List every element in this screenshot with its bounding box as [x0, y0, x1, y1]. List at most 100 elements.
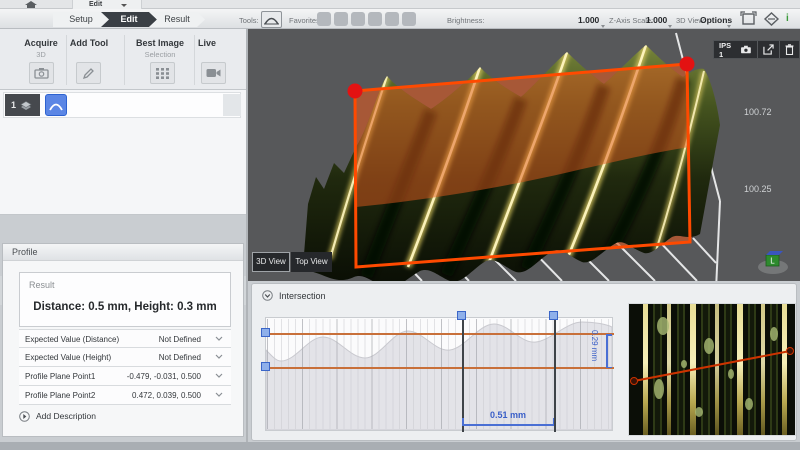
- add-description-button[interactable]: Add Description: [19, 410, 96, 422]
- property-label: Profile Plane Point1: [25, 372, 95, 381]
- chevron-down-icon[interactable]: [601, 25, 605, 28]
- pencil-icon: [82, 67, 95, 80]
- favorite-slot[interactable]: [402, 12, 416, 26]
- camera-icon: [740, 45, 752, 54]
- rotate-3d-icon[interactable]: [763, 11, 780, 27]
- property-label: Profile Plane Point2: [25, 391, 95, 400]
- right-cursor-handle[interactable]: [549, 311, 558, 320]
- grid-icon: [156, 68, 169, 79]
- ips-label: IPS 1: [719, 41, 737, 59]
- profile-panel-header[interactable]: Profile: [3, 244, 243, 261]
- fit-frame-icon[interactable]: [740, 11, 757, 27]
- property-row[interactable]: Expected Value (Distance) Not Defined: [19, 329, 231, 348]
- property-row[interactable]: Expected Value (Height) Not Defined: [19, 348, 231, 367]
- upper-line-handle[interactable]: [261, 328, 270, 337]
- favorite-slot[interactable]: [385, 12, 399, 26]
- profile-endpoint-2[interactable]: [680, 57, 695, 72]
- gizmo-label: L: [770, 257, 775, 266]
- zaxis-value[interactable]: 1.000: [646, 15, 667, 25]
- tab-result[interactable]: Result: [149, 12, 205, 27]
- chevron-down-icon[interactable]: [668, 25, 672, 28]
- add-tool-button[interactable]: [76, 62, 101, 84]
- property-value: Not Defined: [159, 353, 201, 362]
- chevron-down-icon[interactable]: [727, 25, 731, 28]
- upper-reference-line[interactable]: [266, 333, 614, 335]
- top-view-button[interactable]: Top View: [291, 252, 332, 272]
- list-item[interactable]: 1: [3, 92, 241, 118]
- view3d-options[interactable]: Options: [700, 15, 732, 25]
- 3d-viewport[interactable]: IPS 1 100.72 100.25 3D View Top View: [248, 29, 800, 281]
- chevron-down-icon[interactable]: [215, 392, 223, 397]
- profile-panel: Profile Result Distance: 0.5 mm, Height:…: [2, 243, 244, 437]
- viewport-toolbar: IPS 1: [713, 40, 800, 59]
- live-button[interactable]: [201, 62, 226, 84]
- panel-divider: [246, 29, 248, 442]
- height-measure-label: 0.29 mm: [590, 330, 599, 372]
- property-value: 0.472, 0.039, 0.500: [132, 391, 201, 400]
- profile-curve-icon: [48, 99, 64, 112]
- z-axis-label-top: 100.72: [744, 107, 772, 117]
- 3d-view-button[interactable]: 3D View: [252, 252, 290, 272]
- tools-label: Tools:: [239, 16, 259, 25]
- chevron-down-icon: [121, 4, 127, 7]
- add-description-label: Add Description: [36, 411, 96, 421]
- bestimage-group-sublabel: Selection: [130, 50, 190, 59]
- lower-reference-line[interactable]: [266, 367, 614, 369]
- intersection-header[interactable]: Intersection: [262, 290, 326, 301]
- bestimage-group-label: Best Image: [130, 38, 190, 48]
- top-view-thumbnail[interactable]: [628, 303, 796, 436]
- list-item-number: 1: [11, 100, 16, 110]
- tab-setup[interactable]: Setup: [53, 12, 109, 27]
- right-cursor-line[interactable]: [554, 318, 556, 432]
- property-row[interactable]: Profile Plane Point2 0.472, 0.039, 0.500: [19, 386, 231, 405]
- surface-layers-icon: [20, 100, 32, 110]
- 3d-scene: [248, 29, 800, 281]
- collapse-icon[interactable]: [262, 290, 273, 301]
- main-toolbar: Setup Edit Result Tools: Favorites: Brig…: [0, 9, 800, 29]
- window-menu-tab[interactable]: Edit: [72, 0, 142, 9]
- edit-export-icon: [763, 44, 774, 55]
- profile-curve-icon: [262, 12, 281, 27]
- info-icon[interactable]: i: [786, 13, 789, 24]
- export-view-button[interactable]: [757, 41, 779, 58]
- chevron-down-icon[interactable]: [215, 336, 223, 341]
- property-label: Expected Value (Distance): [25, 335, 119, 344]
- orientation-gizmo[interactable]: L: [753, 247, 793, 277]
- profile-panel-title: Profile: [12, 247, 38, 257]
- intersection-profile-chart[interactable]: 0.51 mm 0.29 mm: [265, 317, 613, 431]
- profile-tool-selected-tile[interactable]: [45, 94, 67, 116]
- favorite-slot[interactable]: [317, 12, 331, 26]
- chart-gridlines: [267, 319, 611, 429]
- profile-tool-button[interactable]: [261, 11, 282, 28]
- z-axis-label-bottom: 100.25: [744, 184, 772, 194]
- intersection-panel: Intersection 0.51 mm 0.29 mm: [251, 283, 797, 441]
- addtool-group-label: Add Tool: [62, 38, 116, 48]
- list-item-number-tile[interactable]: 1: [5, 94, 40, 116]
- left-cursor-handle[interactable]: [457, 311, 466, 320]
- thumbnail-image: [629, 304, 795, 435]
- chevron-down-icon[interactable]: [215, 354, 223, 359]
- property-row[interactable]: Profile Plane Point1 -0.479, -0.031, 0.5…: [19, 367, 231, 386]
- lower-line-handle[interactable]: [261, 362, 270, 371]
- property-label: Expected Value (Height): [25, 353, 111, 362]
- chevron-down-icon[interactable]: [215, 373, 223, 378]
- window-title-strip: Edit: [0, 0, 800, 9]
- intersection-title: Intersection: [279, 291, 326, 301]
- delete-button[interactable]: [779, 41, 799, 58]
- favorite-slot[interactable]: [368, 12, 382, 26]
- live-group-label: Live: [186, 38, 228, 48]
- home-icon[interactable]: [24, 1, 38, 8]
- ribbon-separator: [124, 35, 125, 85]
- acquire-group-label: Acquire: [14, 38, 68, 48]
- best-image-button[interactable]: [150, 62, 175, 84]
- brightness-value[interactable]: 1.000: [578, 15, 599, 25]
- distance-measure-line: [462, 424, 554, 426]
- profile-endpoint-1[interactable]: [348, 84, 363, 99]
- property-value: -0.479, -0.031, 0.500: [127, 372, 201, 381]
- favorite-slot[interactable]: [351, 12, 365, 26]
- ips-capture-button[interactable]: IPS 1: [714, 41, 757, 58]
- tab-edit[interactable]: Edit: [101, 12, 157, 27]
- acquire-button[interactable]: [29, 62, 54, 84]
- favorite-slot[interactable]: [334, 12, 348, 26]
- acquire-ribbon: Acquire 3D Add Tool Best Image Selection…: [0, 29, 246, 90]
